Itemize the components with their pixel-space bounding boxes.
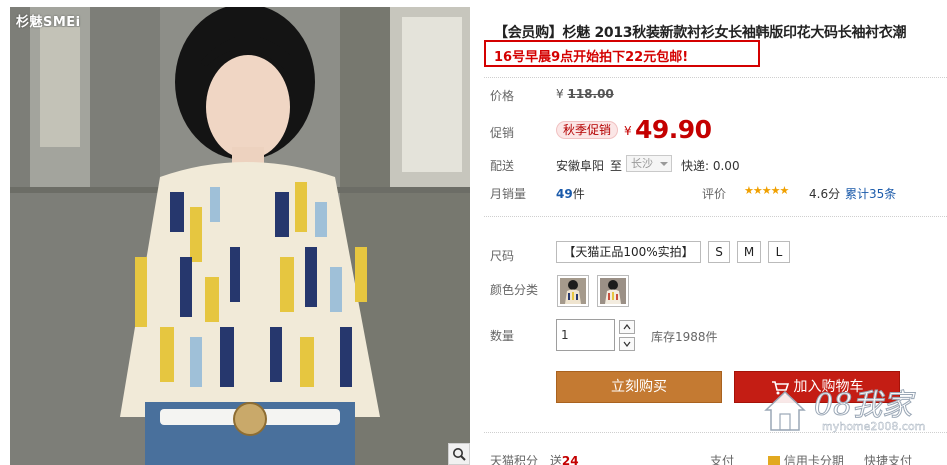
brand-logo: 杉魅SMEi bbox=[16, 15, 81, 30]
original-price-value: 118.00 bbox=[567, 87, 614, 101]
quick-pay[interactable]: 快捷支付 bbox=[864, 452, 912, 465]
rating-stars-icon: ★★★★★ bbox=[744, 184, 789, 197]
chevron-up-icon bbox=[623, 324, 631, 330]
review-count-link[interactable]: 累计35条 bbox=[845, 185, 896, 202]
promo-text: 16号早晨9点开始拍下22元包邮! bbox=[494, 50, 689, 65]
monthly-sales-count: 49 bbox=[556, 187, 573, 201]
ship-to-word: 至 bbox=[610, 159, 623, 173]
original-price: ¥ 118.00 bbox=[556, 87, 614, 101]
promo-notice: 16号早晨9点开始拍下22元包邮! bbox=[484, 40, 760, 67]
reviews-count: 35 bbox=[869, 187, 885, 201]
sale-currency-symbol: ¥ bbox=[624, 124, 632, 138]
buy-now-button[interactable]: 立刻购买 bbox=[556, 371, 722, 403]
house-icon bbox=[764, 390, 806, 431]
color-option-1[interactable] bbox=[557, 275, 589, 307]
rating-score: 4.6分 bbox=[809, 187, 841, 201]
promotion-tag: 秋季促销 bbox=[556, 121, 619, 139]
color-swatch-illustration bbox=[560, 278, 586, 304]
chevron-down-icon bbox=[623, 341, 631, 347]
credit-card-icon bbox=[768, 456, 780, 465]
quantity-decrease-button[interactable] bbox=[619, 337, 635, 351]
monthly-sales-unit: 件 bbox=[572, 187, 585, 201]
reviews-unit: 条 bbox=[884, 187, 897, 201]
size-option-authentic[interactable]: 【天猫正品100%实拍】 bbox=[556, 241, 701, 263]
rating-label: 评价 bbox=[702, 187, 727, 201]
product-photo-illustration bbox=[10, 7, 470, 465]
product-title: 【会员购】杉魅 2013秋装新款衬衫女长袖韩版印花大码长袖衬衣潮 bbox=[494, 25, 907, 41]
currency-symbol: ¥ bbox=[556, 87, 564, 101]
watermark-url: myhome2008.com bbox=[822, 420, 926, 433]
watermark: 08我家 myhome2008.com bbox=[752, 376, 947, 446]
color-swatch-image bbox=[560, 278, 586, 304]
stock-count: 库存1988件 bbox=[651, 330, 718, 344]
color-swatch-illustration bbox=[600, 278, 626, 304]
product-image[interactable]: 杉魅SMEi bbox=[10, 7, 470, 465]
size-option-l[interactable]: L bbox=[768, 241, 790, 263]
reviews-prefix: 累计 bbox=[845, 187, 870, 201]
size-option-s[interactable]: S bbox=[708, 241, 730, 263]
tmall-points: 天猫积分 送24 bbox=[490, 452, 579, 465]
credit-card-label: 信用卡分期 bbox=[783, 454, 844, 465]
destination-select[interactable]: 长沙 bbox=[626, 155, 672, 172]
color-option-2[interactable] bbox=[597, 275, 629, 307]
color-label: 颜色分类 bbox=[490, 283, 539, 297]
price-label: 价格 bbox=[490, 89, 515, 103]
divider bbox=[484, 216, 947, 217]
payment-label: 支付 bbox=[710, 454, 735, 465]
magnifier-icon bbox=[453, 448, 466, 461]
size-label: 尺码 bbox=[490, 249, 515, 263]
size-option-m[interactable]: M bbox=[737, 241, 761, 263]
zoom-button[interactable] bbox=[448, 443, 470, 465]
points-value: 24 bbox=[561, 454, 579, 465]
credit-card-installment[interactable]: 信用卡分期 bbox=[768, 452, 844, 465]
quantity-increase-button[interactable] bbox=[619, 320, 635, 334]
quantity-input[interactable]: 1 bbox=[556, 319, 615, 351]
watermark-text: 08我家 bbox=[813, 388, 913, 424]
points-prefix: 送 bbox=[549, 454, 562, 465]
color-swatch-image bbox=[600, 278, 626, 304]
monthly-sales-label: 月销量 bbox=[490, 187, 527, 201]
sale-price: 49.90 bbox=[635, 115, 712, 144]
points-label: 天猫积分 bbox=[490, 454, 539, 465]
destination-value: 长沙 bbox=[631, 157, 653, 170]
quantity-label: 数量 bbox=[490, 329, 515, 343]
chevron-down-icon bbox=[660, 162, 668, 166]
ship-from: 安徽阜阳 bbox=[556, 159, 605, 173]
shipping-label: 配送 bbox=[490, 159, 515, 173]
promotion-label: 促销 bbox=[490, 126, 515, 140]
divider bbox=[484, 77, 947, 78]
express-fee: 快递: 0.00 bbox=[681, 159, 740, 173]
monthly-sales: 49件 bbox=[556, 185, 585, 202]
